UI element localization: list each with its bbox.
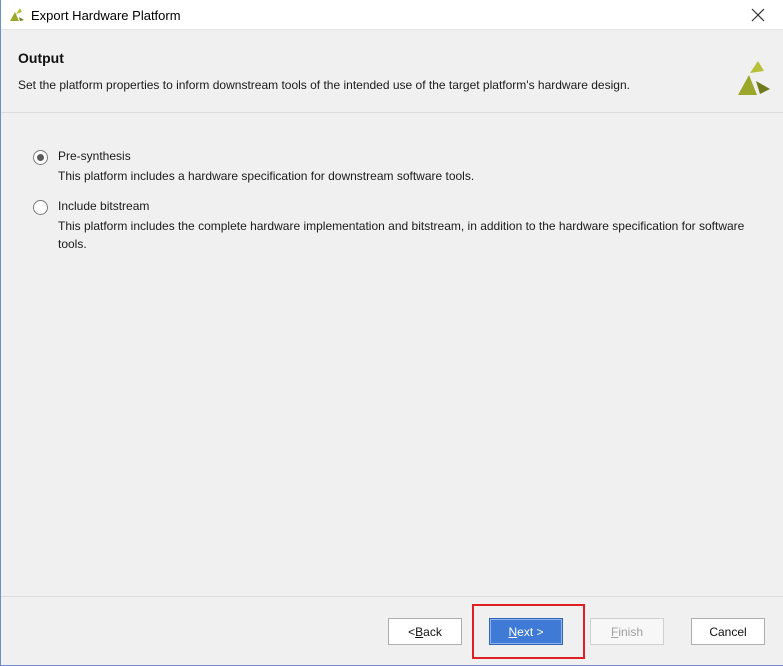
include-bitstream-radio[interactable] [33, 200, 48, 215]
finish-mnemonic: F [610, 624, 619, 639]
cancel-button[interactable]: Cancel [691, 618, 765, 645]
back-mnemonic: B [415, 624, 424, 639]
next-mnemonic: N [508, 624, 518, 639]
option-label[interactable]: Pre-synthesis [58, 149, 131, 163]
back-prefix: < [408, 624, 416, 639]
finish-button[interactable]: Finish [590, 618, 664, 645]
vivado-logo-icon [738, 61, 770, 95]
pre-synthesis-radio[interactable] [33, 150, 48, 165]
page-title: Output [18, 50, 64, 66]
window-title: Export Hardware Platform [31, 8, 181, 23]
title-bar[interactable]: Export Hardware Platform [1, 0, 783, 30]
page-description: Set the platform properties to inform do… [18, 78, 630, 92]
wizard-header: Output Set the platform properties to in… [1, 31, 783, 112]
finish-rest: inish [618, 624, 644, 639]
footer-divider [1, 596, 783, 597]
output-options-panel: Pre-synthesis This platform includes a h… [1, 113, 783, 596]
back-rest: ack [423, 624, 442, 639]
option-label[interactable]: Include bitstream [58, 199, 149, 213]
next-rest: ext > [517, 624, 544, 639]
option-description: This platform includes a hardware specif… [58, 169, 475, 183]
next-button[interactable]: Next > [489, 618, 563, 645]
option-description: This platform includes the complete hard… [58, 219, 745, 251]
close-icon[interactable] [749, 6, 767, 24]
vivado-logo-icon [10, 8, 24, 21]
back-button[interactable]: < Back [388, 618, 462, 645]
export-hardware-platform-dialog: Export Hardware Platform Output Set the … [0, 0, 783, 666]
